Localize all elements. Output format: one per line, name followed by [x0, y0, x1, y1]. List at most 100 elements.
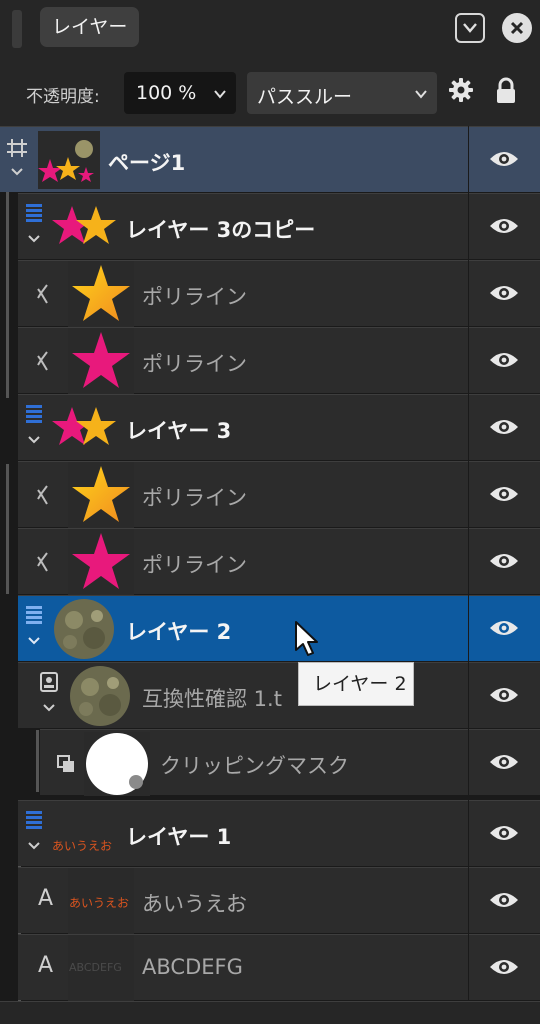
layer-stack-icon: [26, 204, 42, 243]
eye-icon: [490, 487, 518, 501]
tree-line: [36, 730, 39, 792]
layer-name: ポリライン: [142, 553, 247, 577]
layer-name: ABCDEFG: [142, 955, 243, 979]
mask-icon: [57, 755, 74, 772]
text-layer-icon: A: [38, 886, 54, 911]
blend-mode-select[interactable]: パススルー: [247, 72, 437, 114]
layer-stack-icon: [26, 405, 42, 444]
layer-row-text[interactable]: A ABCDEFG ABCDEFG: [18, 934, 468, 1001]
layer-row-clipping-mask[interactable]: クリッピングマスク: [40, 729, 468, 796]
tab-layers[interactable]: レイヤー: [40, 7, 140, 47]
layer-stack-icon: [26, 606, 42, 645]
star-thumbnail: [72, 265, 130, 321]
layer-name: レイヤー 1: [126, 825, 232, 849]
lock-icon[interactable]: [495, 77, 517, 105]
visibility-toggle[interactable]: [469, 595, 540, 661]
drag-grip[interactable]: [12, 10, 22, 48]
visibility-toggle[interactable]: [469, 662, 540, 728]
thumbnail-frame: [68, 529, 134, 595]
eye-icon: [490, 755, 518, 769]
thumbnail-frame: あいうえお: [68, 868, 134, 934]
layer-thumbnail: [54, 599, 114, 659]
layer-name: ポリライン: [142, 285, 247, 309]
star-thumbnail: [72, 533, 130, 589]
star-thumbnail: [72, 332, 130, 388]
visibility-toggle[interactable]: [469, 260, 540, 326]
visibility-toggle[interactable]: [469, 193, 540, 259]
visibility-toggle[interactable]: [469, 800, 540, 866]
thumbnail-text: あいうえお: [69, 896, 130, 910]
eye-icon: [490, 353, 518, 367]
layer-row-layer3[interactable]: レイヤー 3: [18, 394, 468, 460]
chevron-down-icon: [214, 90, 226, 99]
eye-icon: [490, 826, 518, 840]
gear-icon[interactable]: [448, 77, 474, 103]
visibility-toggle[interactable]: [469, 867, 540, 933]
layer-row-polyline[interactable]: ポリライン: [18, 327, 468, 394]
eye-icon: [490, 286, 518, 300]
tooltip: レイヤー 2: [298, 662, 414, 706]
mouse-cursor-icon: [295, 621, 318, 656]
thumbnail-frame: [68, 261, 134, 327]
layer-thumbnail: [52, 407, 116, 445]
layer-name: ポリライン: [142, 352, 247, 376]
layer-row-partial: [0, 1001, 540, 1024]
expand-toggle[interactable]: [18, 194, 50, 260]
mask-thumbnail: [84, 732, 150, 796]
layer-name: 互換性確認 1.t: [142, 687, 282, 711]
opacity-label: 不透明度:: [26, 87, 100, 107]
polyline-icon: [37, 351, 48, 371]
layer-thumbnail: あいうえお: [52, 807, 118, 861]
layer-row-page[interactable]: ページ1: [0, 126, 468, 192]
expand-toggle[interactable]: [18, 801, 50, 867]
layer-name: あいうえお: [142, 892, 247, 916]
chevron-down-icon: [415, 90, 427, 99]
eye-icon: [490, 219, 518, 233]
layer-row-polyline[interactable]: ポリライン: [18, 461, 468, 528]
layer-row-text[interactable]: A あいうえお あいうえお: [18, 867, 468, 934]
layer-row-layer3-copy[interactable]: レイヤー 3のコピー: [18, 193, 468, 259]
thumbnail-frame: [68, 328, 134, 394]
close-button[interactable]: [502, 13, 532, 43]
visibility-toggle[interactable]: [469, 934, 540, 1000]
thumbnail-text: ABCDEFG: [69, 961, 122, 974]
star-thumbnail: [72, 466, 130, 522]
text-layer-icon: A: [38, 953, 54, 978]
collapse-button[interactable]: [455, 13, 485, 43]
visibility-toggle[interactable]: [469, 126, 540, 192]
layer-name: レイヤー 2: [126, 620, 232, 644]
image-layer-icon: [40, 672, 58, 712]
visibility-toggle[interactable]: [469, 394, 540, 460]
eye-icon: [490, 960, 518, 974]
thumbnail-frame: ABCDEFG: [68, 935, 134, 1001]
layer-stack-icon: [26, 811, 42, 850]
layer-name: ポリライン: [142, 486, 247, 510]
blend-mode-value: パススルー: [257, 86, 353, 108]
page-thumbnail: [38, 131, 100, 189]
opacity-select[interactable]: 100 %: [124, 72, 236, 114]
layer-row-layer1[interactable]: あいうえお レイヤー 1: [18, 800, 468, 866]
artboard-toggle[interactable]: [0, 127, 34, 193]
visibility-toggle[interactable]: [469, 528, 540, 594]
expand-toggle[interactable]: [18, 395, 50, 461]
chevron-down-icon: [463, 23, 477, 33]
layer-row-polyline[interactable]: ポリライン: [18, 260, 468, 327]
eye-icon: [490, 420, 518, 434]
eye-icon: [490, 554, 518, 568]
visibility-toggle[interactable]: [469, 461, 540, 527]
layer-name: レイヤー 3のコピー: [126, 218, 316, 242]
eye-icon: [490, 688, 518, 702]
visibility-toggle[interactable]: [469, 327, 540, 393]
visibility-toggle[interactable]: [469, 729, 540, 795]
polyline-icon: [37, 485, 48, 505]
tree-line: [6, 464, 9, 594]
expand-toggle[interactable]: [18, 596, 50, 662]
layer-name: レイヤー 3: [126, 419, 232, 443]
expand-toggle[interactable]: [32, 663, 64, 729]
thumbnail-text: あいうえお: [52, 839, 113, 853]
layer-row-layer2[interactable]: レイヤー 2: [18, 595, 468, 661]
layer-row-polyline[interactable]: ポリライン: [18, 528, 468, 595]
layer-name: クリッピングマスク: [160, 754, 349, 778]
polyline-icon: [37, 552, 48, 572]
layer-name: ページ1: [108, 151, 186, 175]
